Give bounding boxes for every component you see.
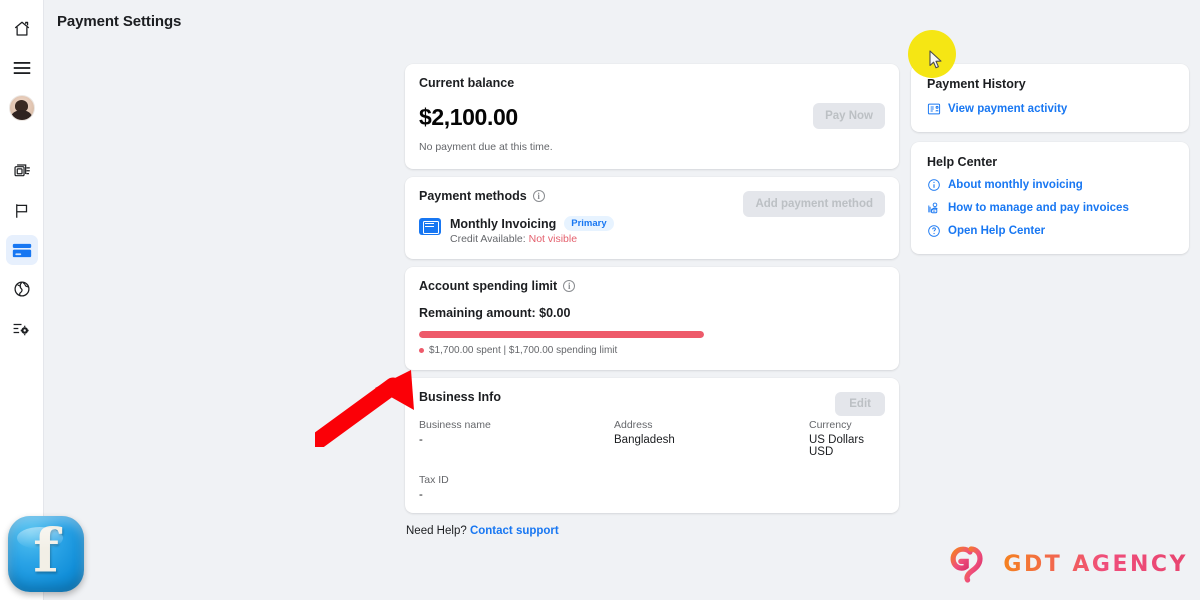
help-center-links: About monthly invoicing How to manage an…: [927, 178, 1173, 238]
view-payment-activity-label: View payment activity: [948, 103, 1068, 115]
credit-available-label: Credit Available:: [450, 233, 526, 245]
business-info-card: Business Info Edit Business name - Addre…: [405, 378, 899, 513]
globe-icon: [13, 280, 31, 298]
credit-available-line: Credit Available: Not visible: [450, 233, 614, 245]
current-balance-title: Current balance: [419, 76, 515, 90]
business-info-fields: Business name - Address Bangladesh Curre…: [419, 419, 885, 501]
person-card-icon: [927, 201, 941, 215]
gdt-agency-wordmark: GDT AGENCY: [1003, 551, 1188, 577]
flag-icon: [13, 202, 31, 220]
info-icon[interactable]: i: [532, 190, 545, 202]
settings-sliders-icon: [12, 320, 31, 337]
nav-menu[interactable]: [6, 53, 38, 83]
field-label: Currency: [809, 419, 852, 431]
business-info-field: Address Bangladesh: [614, 419, 809, 458]
spending-progress-bar: [419, 331, 704, 338]
payment-method-row[interactable]: Monthly Invoicing Primary Credit Availab…: [419, 216, 885, 245]
payment-settings-screen: Payment Settings Current balance $2,100.…: [0, 0, 1200, 600]
field-value: Bangladesh: [614, 434, 675, 446]
help-link-label: Open Help Center: [948, 225, 1046, 237]
facebook-logo: [8, 516, 84, 592]
gdt-monogram-icon: [945, 544, 991, 584]
add-payment-method-button[interactable]: Add payment method: [743, 191, 885, 217]
help-link-open-help-center[interactable]: Open Help Center: [927, 224, 1173, 238]
spending-legend-text: $1,700.00 spent | $1,700.00 spending lim…: [429, 345, 618, 356]
contact-support-link[interactable]: Contact support: [470, 525, 559, 537]
nav-account[interactable]: [6, 93, 38, 123]
field-value: US Dollars USD: [809, 434, 864, 458]
payment-history-card: Payment History View payment activity: [911, 64, 1189, 132]
invoice-icon: [419, 218, 441, 235]
field-label: Address: [614, 419, 653, 431]
spending-legend: $1,700.00 spent | $1,700.00 spending lim…: [419, 345, 885, 356]
need-help-footer: Need Help? Contact support: [405, 525, 899, 537]
nav-billing[interactable]: [5, 235, 38, 265]
business-info-field: Tax ID -: [419, 474, 614, 501]
legend-dot-icon: [419, 348, 424, 353]
help-link-about-monthly-invoicing[interactable]: About monthly invoicing: [927, 178, 1173, 192]
info-circle-icon: [927, 178, 941, 192]
red-annotation-arrow: [310, 362, 425, 452]
help-link-label: How to manage and pay invoices: [948, 202, 1129, 214]
pay-now-button[interactable]: Pay Now: [813, 103, 885, 129]
field-label: Business name: [419, 419, 491, 431]
home-icon: [13, 20, 31, 38]
payment-methods-card: Payment methods i Add payment method Mon…: [405, 177, 899, 259]
field-value: -: [419, 434, 423, 446]
info-icon[interactable]: i: [563, 280, 576, 292]
field-value: -: [419, 489, 423, 501]
nav-campaigns[interactable]: [6, 157, 38, 187]
business-info-field: Currency US Dollars USD: [809, 419, 885, 458]
credit-card-icon: [12, 243, 32, 258]
payment-history-title: Payment History: [927, 77, 1026, 91]
spending-limit-title: Account spending limit i: [419, 279, 885, 293]
primary-badge: Primary: [564, 216, 614, 231]
page-title: Payment Settings: [57, 13, 182, 30]
nav-globe[interactable]: [6, 274, 38, 304]
gdt-agency-logo: GDT AGENCY: [945, 544, 1188, 584]
spending-limit-title-text: Account spending limit: [419, 279, 558, 293]
question-circle-icon: [927, 224, 941, 238]
field-label: Tax ID: [419, 474, 449, 486]
help-center-card: Help Center About monthly invoicing How …: [911, 142, 1189, 254]
credit-available-value: Not visible: [528, 233, 578, 245]
nav-settings[interactable]: [6, 313, 38, 343]
need-help-text: Need Help?: [406, 525, 467, 537]
current-balance-note: No payment due at this time.: [419, 141, 553, 153]
business-info-field: Business name -: [419, 419, 614, 458]
payment-methods-title-text: Payment methods: [419, 189, 527, 203]
business-info-title: Business Info: [419, 390, 501, 404]
current-balance-card: Current balance $2,100.00 No payment due…: [405, 64, 899, 169]
nav-ads[interactable]: [6, 196, 38, 226]
payment-method-name: Monthly Invoicing: [450, 216, 557, 231]
main-content-column: Current balance $2,100.00 No payment due…: [405, 64, 899, 537]
account-spending-limit-card: Account spending limit i Remaining amoun…: [405, 267, 899, 370]
remaining-amount: Remaining amount: $0.00: [419, 306, 571, 320]
mouse-cursor-arrow: [929, 50, 943, 74]
nav-home[interactable]: [6, 14, 38, 44]
edit-business-info-button[interactable]: Edit: [835, 392, 885, 416]
help-center-title: Help Center: [927, 155, 998, 169]
help-link-label: About monthly invoicing: [948, 179, 1083, 191]
view-payment-activity-link[interactable]: View payment activity: [927, 102, 1173, 116]
left-nav-rail: [0, 0, 44, 600]
spending-progress-fill: [419, 331, 704, 338]
hamburger-menu-icon: [13, 61, 31, 75]
avatar: [8, 95, 35, 121]
receipt-icon: [927, 102, 941, 116]
campaigns-icon: [12, 163, 32, 181]
help-link-manage-and-pay-invoices[interactable]: How to manage and pay invoices: [927, 201, 1173, 215]
right-sidebar-column: Payment History View payment activity He…: [911, 64, 1189, 254]
